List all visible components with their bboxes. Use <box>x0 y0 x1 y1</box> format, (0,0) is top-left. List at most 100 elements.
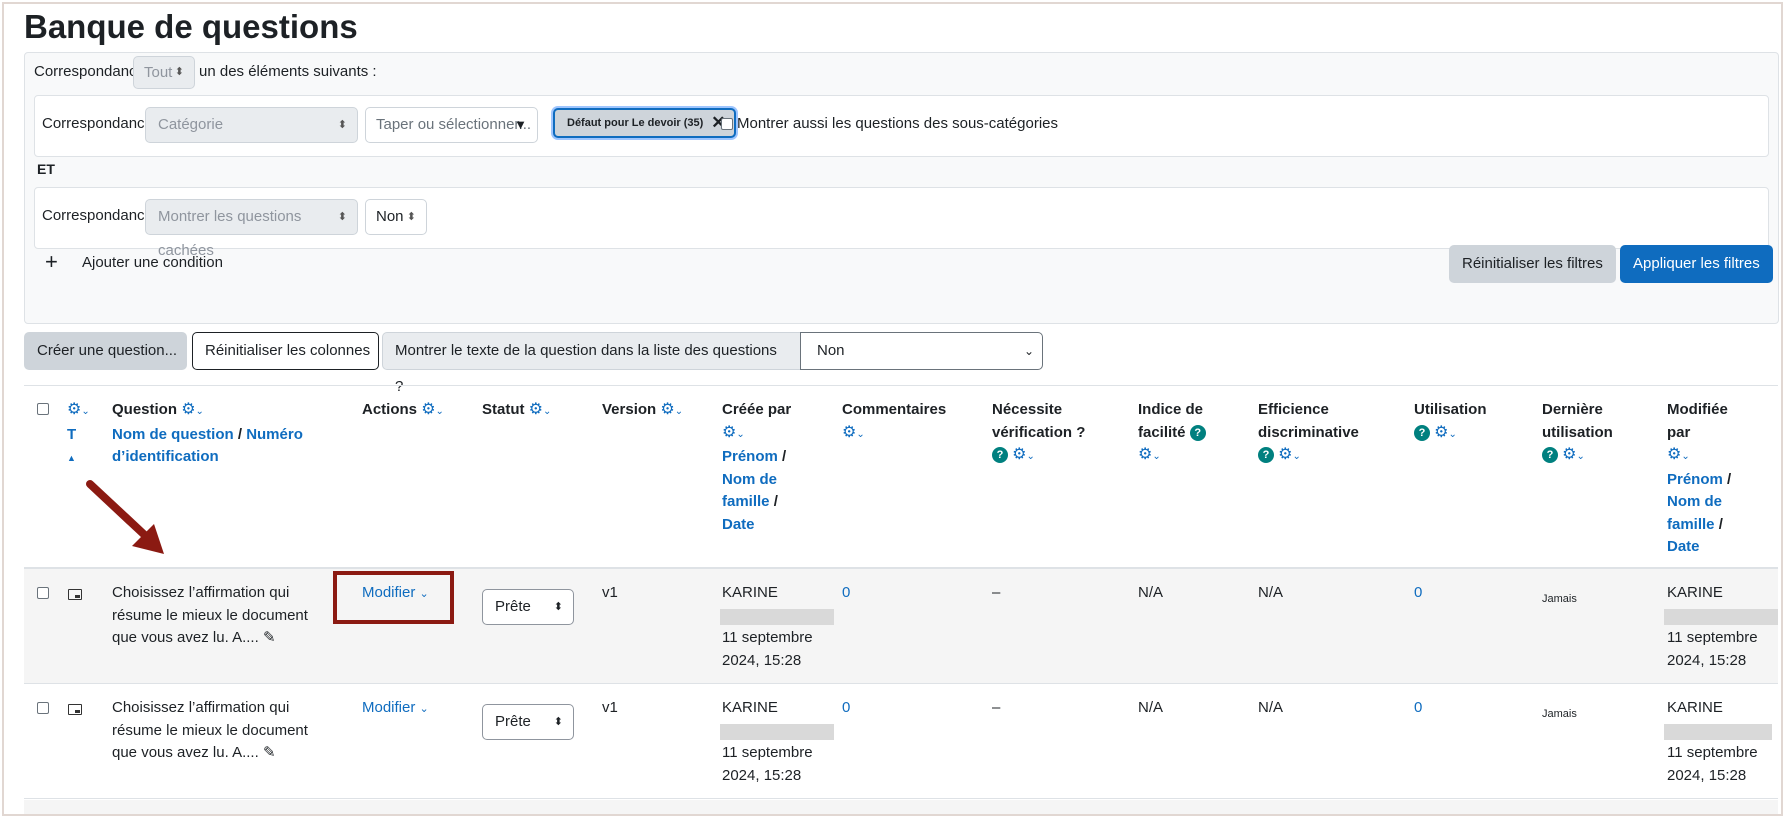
created-by: KARINE 11 septembre 2024, 15:28 <box>722 699 813 784</box>
needs-check: – <box>992 699 1001 716</box>
chevron-down-icon[interactable]: ⌄ <box>1027 451 1035 462</box>
help-icon[interactable]: ? <box>1414 424 1430 441</box>
gear-icon[interactable]: ⚙ <box>529 401 543 418</box>
header-modified-by: Modifiée par ⚙⌄ Prénom / Nom de famille … <box>1667 401 1732 555</box>
select-all-checkbox[interactable] <box>37 403 49 415</box>
condition-type-select[interactable]: Montrer les questions cachées ⬍ <box>145 199 358 259</box>
apply-filters-button[interactable]: Appliquer les filtres <box>1620 245 1773 283</box>
pencil-icon[interactable]: ✎ <box>263 629 276 646</box>
hidden-value-select[interactable]: Non ⬍ <box>365 199 427 235</box>
comments-link[interactable]: 0 <box>842 697 850 720</box>
sort-firstname-link[interactable]: Prénom <box>722 448 778 465</box>
chevron-down-icon[interactable]: ⌄ <box>196 406 204 417</box>
gear-icon[interactable]: ⚙ <box>1434 424 1448 441</box>
status-value: Prête <box>495 713 531 730</box>
help-icon[interactable]: ? <box>992 447 1008 464</box>
page-title: Banque de questions <box>24 8 358 45</box>
row-checkbox[interactable] <box>37 702 49 714</box>
gear-icon[interactable]: ⚙ <box>1667 446 1681 463</box>
modify-menu[interactable]: Modifier ⌄ <box>362 697 429 721</box>
help-icon[interactable]: ? <box>1542 447 1558 464</box>
essay-question-icon <box>68 589 82 600</box>
header-discrimination: Efficience discriminative ? ⚙⌄ <box>1258 399 1359 469</box>
filter-panel: Correspondance Tout ⬍ un des éléments su… <box>24 52 1779 324</box>
updown-icon: ⬍ <box>174 66 184 78</box>
question-text: Choisissez l’affirmation qui résume le m… <box>112 699 308 761</box>
plus-icon[interactable]: + <box>45 249 58 275</box>
sort-firstname-link[interactable]: Prénom <box>1667 471 1723 488</box>
sort-lastname-link[interactable]: Nom de <box>722 471 777 488</box>
header-sep: / <box>237 425 243 443</box>
chevron-down-icon[interactable]: ⌄ <box>81 406 89 417</box>
chevron-down-icon[interactable]: ⌄ <box>856 429 864 440</box>
help-icon[interactable]: ? <box>1189 424 1206 441</box>
status-select[interactable]: Prête ⬍ <box>482 704 574 740</box>
sort-lastname-link-2[interactable]: famille <box>1667 516 1715 533</box>
question-text: Choisissez l’affirmation qui résume le m… <box>112 584 308 646</box>
sort-date-link[interactable]: Date <box>722 516 755 533</box>
usage-link[interactable]: 0 <box>1414 582 1422 605</box>
condition-type-value: Montrer les questions cachées <box>158 208 302 259</box>
status-select[interactable]: Prête ⬍ <box>482 589 574 625</box>
pencil-icon[interactable]: ✎ <box>263 744 276 761</box>
sort-question-name-link[interactable]: Nom de question <box>112 426 234 443</box>
redacted-name <box>1664 724 1772 740</box>
updown-icon: ⬍ <box>406 211 416 223</box>
chevron-down-icon: ⌄ <box>1023 344 1034 358</box>
create-question-button[interactable]: Créer une question... <box>24 332 187 370</box>
modified-by: KARINE 11 septembre 2024, 15:28 <box>1667 584 1758 669</box>
header-created-label: Créée par <box>722 401 792 418</box>
sort-lastname-link-2[interactable]: famille <box>722 493 770 510</box>
chevron-down-icon[interactable]: ⌄ <box>675 406 683 417</box>
top-match-select[interactable]: Tout ⬍ <box>133 56 195 89</box>
top-match-value: Tout <box>144 64 173 81</box>
header-comments: Commentaires ⚙⌄ <box>842 399 946 446</box>
chevron-down-icon[interactable]: ⌄ <box>736 429 744 440</box>
chevron-down-icon[interactable]: ⌄ <box>1152 451 1160 462</box>
sort-type-link[interactable]: T <box>67 426 76 443</box>
category-search-input[interactable]: Taper ou sélectionner... ▼ <box>365 107 538 143</box>
chevron-down-icon[interactable]: ⌄ <box>1293 451 1301 462</box>
add-condition-button[interactable]: Ajouter une condition <box>82 254 223 271</box>
row-checkbox[interactable] <box>37 587 49 599</box>
chevron-down-icon[interactable]: ⌄ <box>1681 451 1689 462</box>
gear-icon[interactable]: ⚙ <box>67 401 81 418</box>
chevron-down-icon: ⌄ <box>419 703 429 715</box>
header-question-label: Question <box>112 401 178 418</box>
gear-icon[interactable]: ⚙ <box>1278 446 1292 463</box>
condition-type-select[interactable]: Catégorie ⬍ <box>145 107 358 143</box>
gear-icon[interactable]: ⚙ <box>660 401 674 418</box>
sort-date-link[interactable]: Date <box>1667 538 1700 555</box>
chevron-down-icon[interactable]: ⌄ <box>543 406 551 417</box>
show-text-select[interactable]: Non ⌄ <box>800 332 1043 370</box>
header-needs-check: Nécessite vérification ? ? ⚙⌄ <box>992 399 1085 469</box>
sort-idnumber-link[interactable]: Numéro <box>246 426 303 443</box>
help-icon[interactable]: ? <box>1258 447 1274 464</box>
gear-icon[interactable]: ⚙ <box>421 401 435 418</box>
header-needs-check-label: Nécessite <box>992 401 1063 418</box>
gear-icon[interactable]: ⚙ <box>181 401 195 418</box>
chevron-down-icon[interactable]: ⌄ <box>1449 429 1457 440</box>
chevron-down-icon[interactable]: ⌄ <box>1577 451 1585 462</box>
header-status: Statut ⚙⌄ <box>482 399 551 424</box>
header-actions-label: Actions <box>362 401 418 418</box>
gear-icon[interactable]: ⚙ <box>842 424 856 441</box>
sort-idnumber-link-2[interactable]: d’identification <box>112 448 219 465</box>
annotation-arrow <box>86 480 164 554</box>
comments-link[interactable]: 0 <box>842 582 850 605</box>
chevron-down-icon[interactable]: ⌄ <box>436 406 444 417</box>
gear-icon[interactable]: ⚙ <box>1562 446 1576 463</box>
usage-link[interactable]: 0 <box>1414 697 1422 720</box>
category-chip[interactable]: Défaut pour Le devoir (35) ✕ <box>553 108 736 138</box>
version: v1 <box>602 584 618 601</box>
header-question: Question ⚙⌄ Nom de question / Numéro d’i… <box>112 399 337 469</box>
subcategories-checkbox[interactable] <box>721 118 733 130</box>
header-modified-label-2: par <box>1667 423 1691 441</box>
gear-icon[interactable]: ⚙ <box>722 424 736 441</box>
sort-lastname-link[interactable]: Nom de <box>1667 493 1722 510</box>
reset-filters-button[interactable]: Réinitialiser les filtres <box>1449 245 1616 283</box>
condition-type-value: Catégorie <box>158 116 224 133</box>
reset-columns-button[interactable]: Réinitialiser les colonnes <box>192 332 379 370</box>
gear-icon[interactable]: ⚙ <box>1138 446 1152 463</box>
gear-icon[interactable]: ⚙ <box>1012 446 1026 463</box>
